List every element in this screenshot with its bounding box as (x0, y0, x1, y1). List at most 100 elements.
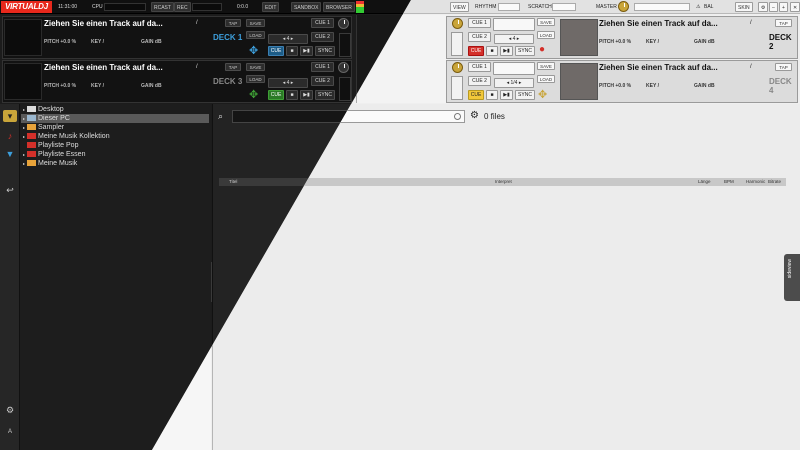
deck-3-cue2-button[interactable]: CUE 2 (311, 76, 334, 86)
skin-button[interactable]: SKIN (735, 2, 753, 12)
deck-1-cue1-button[interactable]: CUE 1 (311, 18, 334, 28)
filter-icon[interactable]: ▼ (3, 148, 17, 160)
settings-icon[interactable]: ⚙ (3, 404, 17, 416)
minimize-button[interactable]: – (769, 2, 778, 12)
tree-item-meine-musik[interactable]: ▸Meine Musik (21, 159, 209, 168)
deck-4-vinyl-icon[interactable]: ✥ (538, 88, 547, 101)
deck-1-pitch-slider[interactable] (339, 33, 351, 57)
column-length[interactable]: Länge (698, 178, 711, 186)
column-title[interactable]: Titel (229, 178, 237, 186)
deck-2-stop-button[interactable]: ■ (486, 46, 498, 56)
column-bitrate[interactable]: Bitrate (768, 178, 781, 186)
deck-2-sync-button[interactable]: SYNC (515, 46, 535, 56)
deck-3-gain-knob[interactable] (338, 62, 349, 73)
deck-1-gain-knob[interactable] (338, 18, 349, 29)
deck-1-save-button[interactable]: SAVE (246, 19, 265, 27)
tree-item-meine-musik-kollektion[interactable]: ▸Meine Musik Kollektion (21, 132, 209, 141)
tree-item-dieser-pc[interactable]: ▸Dieser PC (21, 114, 209, 123)
deck-2-pitch-slider[interactable] (451, 32, 463, 56)
close-button[interactable]: ✕ (790, 2, 800, 12)
tree-item-desktop[interactable]: ▸Desktop (21, 105, 209, 114)
sideview-tab[interactable]: sideview (784, 254, 800, 301)
sandbox-button[interactable]: SANDBOX (291, 2, 322, 12)
chevron-right-icon[interactable]: ▸ (519, 80, 522, 86)
column-harmonic[interactable]: Harmonic (746, 178, 765, 186)
deck-1-loop-size[interactable]: ◂ 4 ▸ (268, 34, 308, 44)
deck-1-stop-button[interactable]: ■ (286, 46, 298, 56)
deck-1-cue-button[interactable]: CUE (268, 46, 284, 56)
rhythm-slider[interactable] (498, 3, 520, 11)
deck-3-save-button[interactable]: SAVE (246, 63, 265, 71)
folder-icon[interactable]: ▾ (3, 110, 17, 122)
back-icon[interactable]: ↩ (3, 184, 17, 196)
chevron-left-icon[interactable]: ◂ (509, 36, 512, 42)
deck-4-tap-button[interactable]: TAP (775, 63, 792, 71)
browser-button[interactable]: BROWSER (323, 2, 355, 12)
deck-1-vinyl-icon[interactable]: ✥ (249, 44, 258, 57)
deck-4-cue2-button[interactable]: CUE 2 (468, 76, 491, 86)
deck-3-tap-button[interactable]: TAP (225, 63, 241, 71)
deck-3-pitch-slider[interactable] (339, 77, 351, 101)
deck-3-vinyl-icon[interactable]: ✥ (249, 88, 258, 101)
deck-4-load-button[interactable]: LOAD (537, 75, 555, 83)
tree-item-playliste-pop[interactable]: Playliste Pop (21, 141, 209, 150)
chevron-left-icon[interactable]: ◂ (507, 80, 510, 86)
deck-2-cue-button[interactable]: CUE (468, 46, 484, 56)
deck-3-cue-button[interactable]: CUE (268, 90, 284, 100)
chevron-left-icon[interactable]: ◂ (283, 80, 286, 86)
column-artist[interactable]: Interpret (495, 178, 512, 186)
deck-4-play-button[interactable]: ▶▮ (500, 90, 513, 100)
deck-3-load-button[interactable]: LOAD (246, 75, 265, 83)
deck-4-gain-knob[interactable] (452, 62, 463, 73)
deck-2-tap-button[interactable]: TAP (775, 19, 792, 27)
master-knob[interactable] (618, 1, 629, 12)
deck-1-sync-button[interactable]: SYNC (315, 46, 335, 56)
deck-3-title: Ziehen Sie einen Track auf da... (44, 63, 163, 72)
deck-4-loop-size[interactable]: ◂ 1/4 ▸ (494, 78, 534, 88)
deck-2-play-button[interactable]: ▶▮ (500, 46, 513, 56)
column-bpm[interactable]: BPM (724, 178, 734, 186)
font-size-icon[interactable]: A (3, 426, 17, 438)
deck-4-save-button[interactable]: SAVE (537, 62, 555, 70)
deck-1-cue2-button[interactable]: CUE 2 (311, 32, 334, 42)
record-button[interactable]: REC (174, 2, 191, 12)
deck-1-load-button[interactable]: LOAD (246, 31, 265, 39)
deck-3-cue1-button[interactable]: CUE 1 (311, 62, 334, 72)
tree-item-playliste-essen[interactable]: ▸Playliste Essen (21, 150, 209, 159)
deck-3-stop-button[interactable]: ■ (286, 90, 298, 100)
deck-2-cue2-button[interactable]: CUE 2 (468, 32, 491, 42)
deck-2-load-button[interactable]: LOAD (537, 31, 555, 39)
broadcast-button[interactable]: RCAST (151, 2, 174, 12)
deck-2-vinyl-icon[interactable]: ● (539, 44, 545, 55)
deck-3-sync-button[interactable]: SYNC (315, 90, 335, 100)
deck-1-tap-button[interactable]: TAP (225, 19, 241, 27)
chevron-left-icon[interactable]: ◂ (283, 36, 286, 42)
deck-4-key: KEY / (646, 83, 659, 89)
tree-item-sampler[interactable]: ▸Sampler (21, 123, 209, 132)
deck-1-play-button[interactable]: ▶▮ (300, 46, 313, 56)
deck-2-save-button[interactable]: SAVE (537, 18, 555, 26)
gear-icon[interactable]: ⚙ (470, 110, 479, 122)
deck-2-cue1-button[interactable]: CUE 1 (468, 18, 491, 28)
deck-4-sync-button[interactable]: SYNC (515, 90, 535, 100)
deck-2-gain-knob[interactable] (452, 18, 463, 29)
chevron-right-icon[interactable]: ▸ (517, 36, 520, 42)
edit-button[interactable]: EDIT (262, 2, 280, 12)
files-count: 0 files (484, 112, 505, 121)
settings-window-button[interactable]: ⚙ (758, 2, 769, 12)
deck-3-loop-size[interactable]: ◂ 4 ▸ (268, 78, 308, 88)
chevron-right-icon[interactable]: ▸ (291, 36, 294, 42)
deck-1: Ziehen Sie einen Track auf da... / TAP D… (2, 16, 352, 59)
deck-4-cue1-button[interactable]: CUE 1 (468, 62, 491, 72)
scratch-slider[interactable] (552, 3, 576, 11)
deck-4-pitch-slider[interactable] (451, 76, 463, 100)
maximize-button[interactable]: + (779, 2, 788, 12)
deck-4-cue-button[interactable]: CUE (468, 90, 484, 100)
deck-3-play-button[interactable]: ▶▮ (300, 90, 313, 100)
deck-4-stop-button[interactable]: ■ (486, 90, 498, 100)
clear-search-icon[interactable] (454, 113, 461, 120)
deck-2-loop-size[interactable]: ◂ 4 ▸ (494, 34, 534, 44)
view-button[interactable]: VIEW (450, 2, 469, 12)
chevron-right-icon[interactable]: ▸ (291, 80, 294, 86)
playlist-icon[interactable]: ♪ (3, 130, 17, 142)
